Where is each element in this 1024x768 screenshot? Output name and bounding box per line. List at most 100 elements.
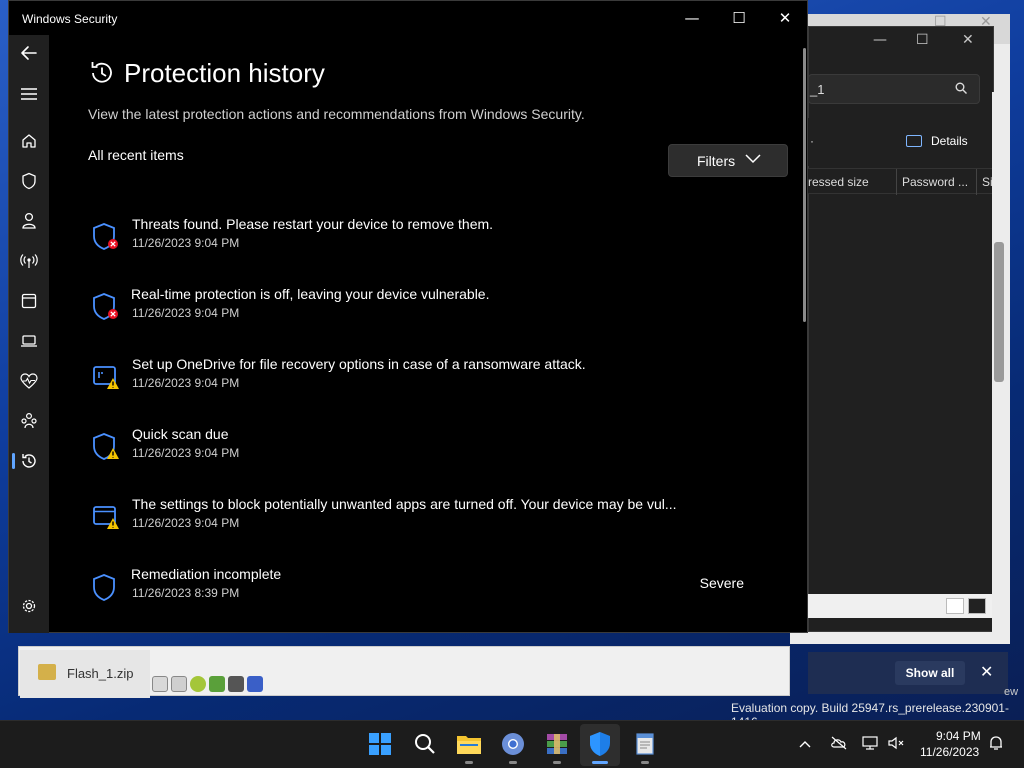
history-item[interactable]: Set up OneDrive for file recovery option… — [88, 356, 778, 406]
explorer-search-text: _1 — [810, 82, 825, 97]
back-explorer-restore-icon[interactable]: ☐ — [934, 14, 947, 30]
sidebar-item-menu[interactable] — [9, 78, 49, 110]
sidebar-item-app-browser-control[interactable] — [9, 285, 49, 317]
content-scrollbar[interactable] — [803, 48, 806, 322]
severity-label: Severe — [699, 575, 744, 591]
running-indicator — [553, 761, 561, 764]
chevron-up-icon[interactable] — [799, 736, 811, 752]
file-explorer-icon[interactable] — [455, 730, 483, 758]
column-compressed-size[interactable]: ressed size — [808, 175, 869, 189]
explorer-column-header: ressed size Password ... Si — [808, 168, 993, 195]
running-indicator — [509, 761, 517, 764]
app-icon[interactable] — [209, 676, 225, 692]
shield-icon — [93, 574, 115, 601]
page-subtitle: View the latest protection actions and r… — [88, 106, 585, 122]
history-item-title: The settings to block potentially unwant… — [132, 496, 677, 512]
close-button[interactable]: ✕ — [762, 7, 808, 29]
sidebar — [9, 35, 49, 633]
details-pane-icon — [906, 135, 922, 147]
history-item-title: Remediation incomplete — [131, 566, 282, 582]
history-item[interactable]: Threats found. Please restart your devic… — [88, 216, 778, 266]
onedrive-offline-icon[interactable] — [830, 736, 848, 754]
notification-bell-icon[interactable] — [988, 735, 1004, 755]
toolbar-overflow-icon[interactable]: · — [810, 134, 814, 148]
shield-error-icon — [93, 293, 118, 320]
folder-warning-icon — [93, 366, 119, 389]
running-indicator — [465, 761, 473, 764]
history-item-time: 11/26/2023 9:04 PM — [132, 446, 240, 460]
app-icon[interactable] — [152, 676, 168, 692]
shield-error-icon — [93, 223, 118, 250]
network-icon[interactable] — [861, 736, 879, 754]
explorer-maximize-icon[interactable]: ☐ — [916, 32, 929, 48]
windows-start-icon[interactable] — [366, 730, 394, 758]
tray-app-icons — [152, 676, 266, 692]
scrollbar-thumb[interactable] — [994, 242, 1004, 382]
history-item-title: Threats found. Please restart your devic… — [132, 216, 494, 232]
browser-window-icon — [21, 293, 37, 309]
details-button[interactable]: Details — [931, 134, 968, 148]
sidebar-item-firewall[interactable] — [9, 245, 49, 277]
details-view-icon[interactable] — [946, 598, 964, 614]
filters-label: Filters — [697, 153, 736, 169]
maximize-button[interactable]: ☐ — [716, 7, 762, 29]
windows-security-icon[interactable] — [586, 730, 614, 758]
search-icon[interactable] — [955, 82, 967, 97]
sidebar-item-home[interactable] — [9, 125, 49, 157]
explorer-window-back — [790, 14, 1010, 644]
watermark-edition: ew — [1004, 686, 1019, 698]
history-item[interactable]: Remediation incomplete 11/26/2023 8:39 P… — [88, 566, 778, 616]
notepad-icon[interactable] — [631, 730, 659, 758]
running-indicator — [641, 761, 649, 764]
titlebar[interactable]: Windows Security — ☐ ✕ — [9, 1, 809, 35]
back-explorer-close-icon[interactable]: ✕ — [980, 14, 992, 30]
search-icon[interactable] — [411, 730, 439, 758]
history-item[interactable]: The settings to block potentially unwant… — [88, 496, 778, 546]
sidebar-item-device-performance[interactable] — [9, 365, 49, 397]
explorer-minimize-icon[interactable]: — — [873, 32, 887, 48]
app-icon[interactable] — [228, 676, 244, 692]
explorer-window[interactable] — [808, 26, 994, 632]
sidebar-item-virus-protection[interactable] — [9, 165, 49, 197]
app-icon[interactable] — [190, 676, 206, 692]
active-indicator — [592, 761, 608, 764]
history-item-title: Real-time protection is off, leaving you… — [131, 286, 490, 302]
family-icon — [21, 412, 37, 429]
sidebar-item-family-options[interactable] — [9, 405, 49, 437]
download-file-name[interactable]: Flash_1.zip — [67, 666, 133, 681]
section-label: All recent items — [88, 147, 184, 163]
column-password[interactable]: Password ... — [902, 175, 968, 189]
history-item-time: 11/26/2023 9:04 PM — [132, 516, 240, 530]
chevron-down-icon — [745, 154, 761, 164]
app-icon[interactable] — [171, 676, 187, 692]
sidebar-item-account-protection[interactable] — [9, 205, 49, 237]
app-icon[interactable] — [247, 676, 263, 692]
clock-date[interactable]: 11/26/2023 — [920, 745, 979, 759]
history-item-time: 11/26/2023 8:39 PM — [132, 586, 240, 600]
sidebar-item-protection-history[interactable] — [9, 445, 49, 477]
history-item[interactable]: Real-time protection is off, leaving you… — [88, 286, 778, 336]
clock-time[interactable]: 9:04 PM — [936, 729, 981, 743]
zip-file-icon — [38, 664, 56, 680]
large-icons-view-icon[interactable] — [968, 598, 986, 614]
history-item[interactable]: Quick scan due 11/26/2023 9:04 PM — [88, 426, 778, 476]
history-icon — [88, 59, 116, 92]
back-arrow-icon — [21, 46, 37, 60]
close-icon[interactable]: ✕ — [980, 662, 993, 681]
minimize-button[interactable]: — — [669, 7, 715, 29]
sidebar-item-settings[interactable] — [9, 590, 49, 622]
explorer-close-icon[interactable]: ✕ — [962, 32, 974, 48]
volume-muted-icon[interactable] — [887, 736, 905, 754]
shield-warning-icon — [93, 433, 119, 460]
shield-icon — [22, 172, 36, 190]
sidebar-item-back[interactable] — [9, 37, 49, 69]
winrar-icon[interactable] — [543, 730, 571, 758]
chrome-icon[interactable] — [499, 730, 527, 758]
filters-button[interactable]: Filters — [668, 144, 788, 177]
explorer-scrollbar[interactable] — [992, 92, 1006, 640]
sidebar-item-device-security[interactable] — [9, 325, 49, 357]
history-icon — [22, 454, 36, 468]
show-all-button[interactable]: Show all — [895, 661, 965, 685]
gear-icon — [22, 599, 36, 613]
history-item-title: Quick scan due — [132, 426, 229, 442]
